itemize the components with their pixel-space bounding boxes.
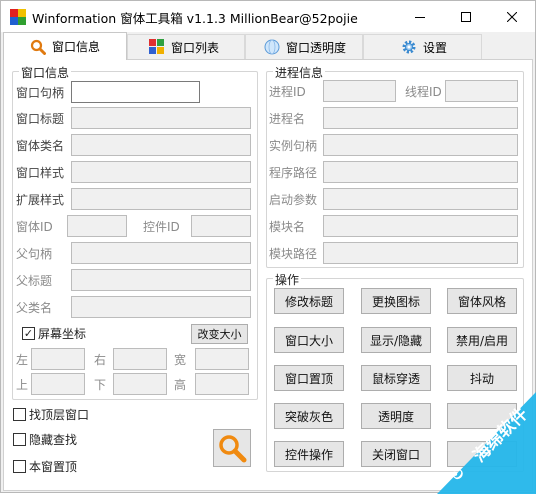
control-id-field[interactable]: [191, 215, 251, 237]
style-field[interactable]: [71, 161, 251, 183]
module-name-label: 模块名: [269, 220, 306, 234]
magnifier-icon: [30, 39, 46, 55]
globe-icon: [264, 39, 280, 55]
tab-window-opacity[interactable]: 窗口透明度: [245, 34, 363, 59]
process-name-field[interactable]: [323, 107, 518, 129]
process-id-field[interactable]: [323, 80, 396, 102]
title-label: 窗口标题: [16, 112, 65, 126]
tab-window-list[interactable]: 窗口列表: [127, 34, 245, 59]
click-through-button[interactable]: 鼠标穿透: [361, 365, 431, 391]
program-path-label: 程序路径: [269, 166, 318, 180]
width-label: 宽: [174, 353, 187, 367]
minimize-button[interactable]: [397, 1, 443, 32]
option-label: 本窗置顶: [29, 460, 78, 474]
tab-label: 窗口列表: [171, 40, 220, 55]
search-icon: [219, 435, 247, 463]
instance-handle-label: 实例句柄: [269, 139, 318, 153]
bottom-field[interactable]: [113, 373, 167, 395]
find-top-window-checkbox[interactable]: 找顶层窗口: [13, 406, 89, 423]
show-hide-button[interactable]: 显示/隐藏: [361, 327, 431, 353]
close-button[interactable]: [489, 1, 535, 32]
class-label: 窗体类名: [16, 139, 65, 153]
parent-title-field[interactable]: [71, 269, 251, 291]
right-field[interactable]: [113, 348, 167, 370]
left-label: 左: [16, 353, 29, 367]
resize-button[interactable]: 改变大小: [191, 324, 248, 344]
exstyle-label: 扩展样式: [16, 193, 65, 207]
tab-window-info[interactable]: 窗口信息: [3, 32, 127, 60]
tab-settings[interactable]: 设置: [363, 34, 482, 59]
module-path-label: 模块路径: [269, 247, 318, 261]
process-id-label: 进程ID: [269, 85, 306, 99]
parent-handle-label: 父句柄: [16, 247, 53, 261]
thread-id-label: 线程ID: [405, 85, 442, 99]
left-field[interactable]: [31, 348, 85, 370]
parent-class-label: 父类名: [16, 301, 53, 315]
gear-icon: [401, 39, 417, 55]
tab-label: 设置: [423, 40, 448, 55]
window-size-button[interactable]: 窗口大小: [274, 327, 344, 353]
top-label: 上: [16, 378, 29, 392]
handle-label: 窗口句柄: [16, 86, 65, 100]
maximize-icon: [461, 11, 471, 22]
window-title: Winformation 窗体工具箱 v1.1.3 MillionBear@52…: [32, 11, 358, 26]
option-label: 隐藏查找: [29, 433, 78, 447]
window-id-field[interactable]: [67, 215, 127, 237]
title-field[interactable]: [71, 107, 251, 129]
control-id-label: 控件ID: [143, 220, 180, 234]
tab-label: 窗口信息: [52, 40, 101, 54]
window-id-label: 窗体ID: [16, 220, 53, 234]
control-ops-button[interactable]: 控件操作: [274, 441, 344, 467]
parent-class-field[interactable]: [71, 296, 251, 318]
launch-args-label: 启动参数: [269, 193, 318, 207]
width-field[interactable]: [195, 348, 249, 370]
thread-id-field[interactable]: [445, 80, 518, 102]
close-window-button[interactable]: 关闭窗口: [361, 441, 431, 467]
change-icon-button[interactable]: 更换图标: [361, 288, 431, 314]
style-label: 窗口样式: [16, 166, 65, 180]
instance-handle-field[interactable]: [323, 134, 518, 156]
topmost-button[interactable]: 窗口置顶: [274, 365, 344, 391]
break-gray-button[interactable]: 突破灰色: [274, 403, 344, 429]
screen-coords-label: 屏幕坐标: [38, 327, 87, 341]
screen-coords-checkbox[interactable]: ✓ 屏幕坐标: [22, 325, 86, 342]
bottom-label: 下: [94, 378, 107, 392]
maximize-button[interactable]: [443, 1, 489, 32]
height-label: 高: [174, 378, 187, 392]
title-bar[interactable]: Winformation 窗体工具箱 v1.1.3 MillionBear@52…: [1, 1, 535, 32]
module-path-field[interactable]: [323, 242, 518, 264]
exstyle-field[interactable]: [71, 188, 251, 210]
group-title: 窗口信息: [19, 64, 72, 81]
opacity-button[interactable]: 透明度: [361, 403, 431, 429]
group-title: 操作: [273, 271, 302, 288]
stay-on-top-checkbox[interactable]: 本窗置顶: [13, 458, 77, 475]
minimize-icon: [415, 16, 425, 18]
right-label: 右: [94, 353, 107, 367]
process-name-label: 进程名: [269, 112, 306, 126]
group-title: 进程信息: [273, 64, 326, 81]
tab-label: 窗口透明度: [286, 40, 347, 55]
disable-enable-button[interactable]: 禁用/启用: [447, 327, 517, 353]
top-field[interactable]: [31, 373, 85, 395]
checkmark-icon: ✓: [22, 327, 35, 340]
parent-handle-field[interactable]: [71, 242, 251, 264]
hide-find-checkbox[interactable]: 隐藏查找: [13, 431, 77, 448]
height-field[interactable]: [195, 373, 249, 395]
parent-title-label: 父标题: [16, 274, 53, 288]
find-window-button[interactable]: [213, 429, 251, 467]
edit-title-button[interactable]: 修改标题: [274, 288, 344, 314]
app-icon: [10, 9, 26, 25]
option-label: 找顶层窗口: [29, 408, 90, 422]
tab-bar: 窗口信息 窗口列表 窗口透明度 设置: [1, 32, 535, 60]
window-style-button[interactable]: 窗体风格: [447, 288, 517, 314]
class-field[interactable]: [71, 134, 251, 156]
tiles-icon: [149, 39, 165, 55]
module-name-field[interactable]: [323, 215, 518, 237]
program-path-field[interactable]: [323, 161, 518, 183]
app-window: Winformation 窗体工具箱 v1.1.3 MillionBear@52…: [0, 0, 536, 494]
handle-field[interactable]: [71, 81, 200, 103]
close-icon: [507, 11, 517, 22]
watermark: ಲ 海绵软件: [437, 381, 536, 494]
launch-args-field[interactable]: [323, 188, 518, 210]
